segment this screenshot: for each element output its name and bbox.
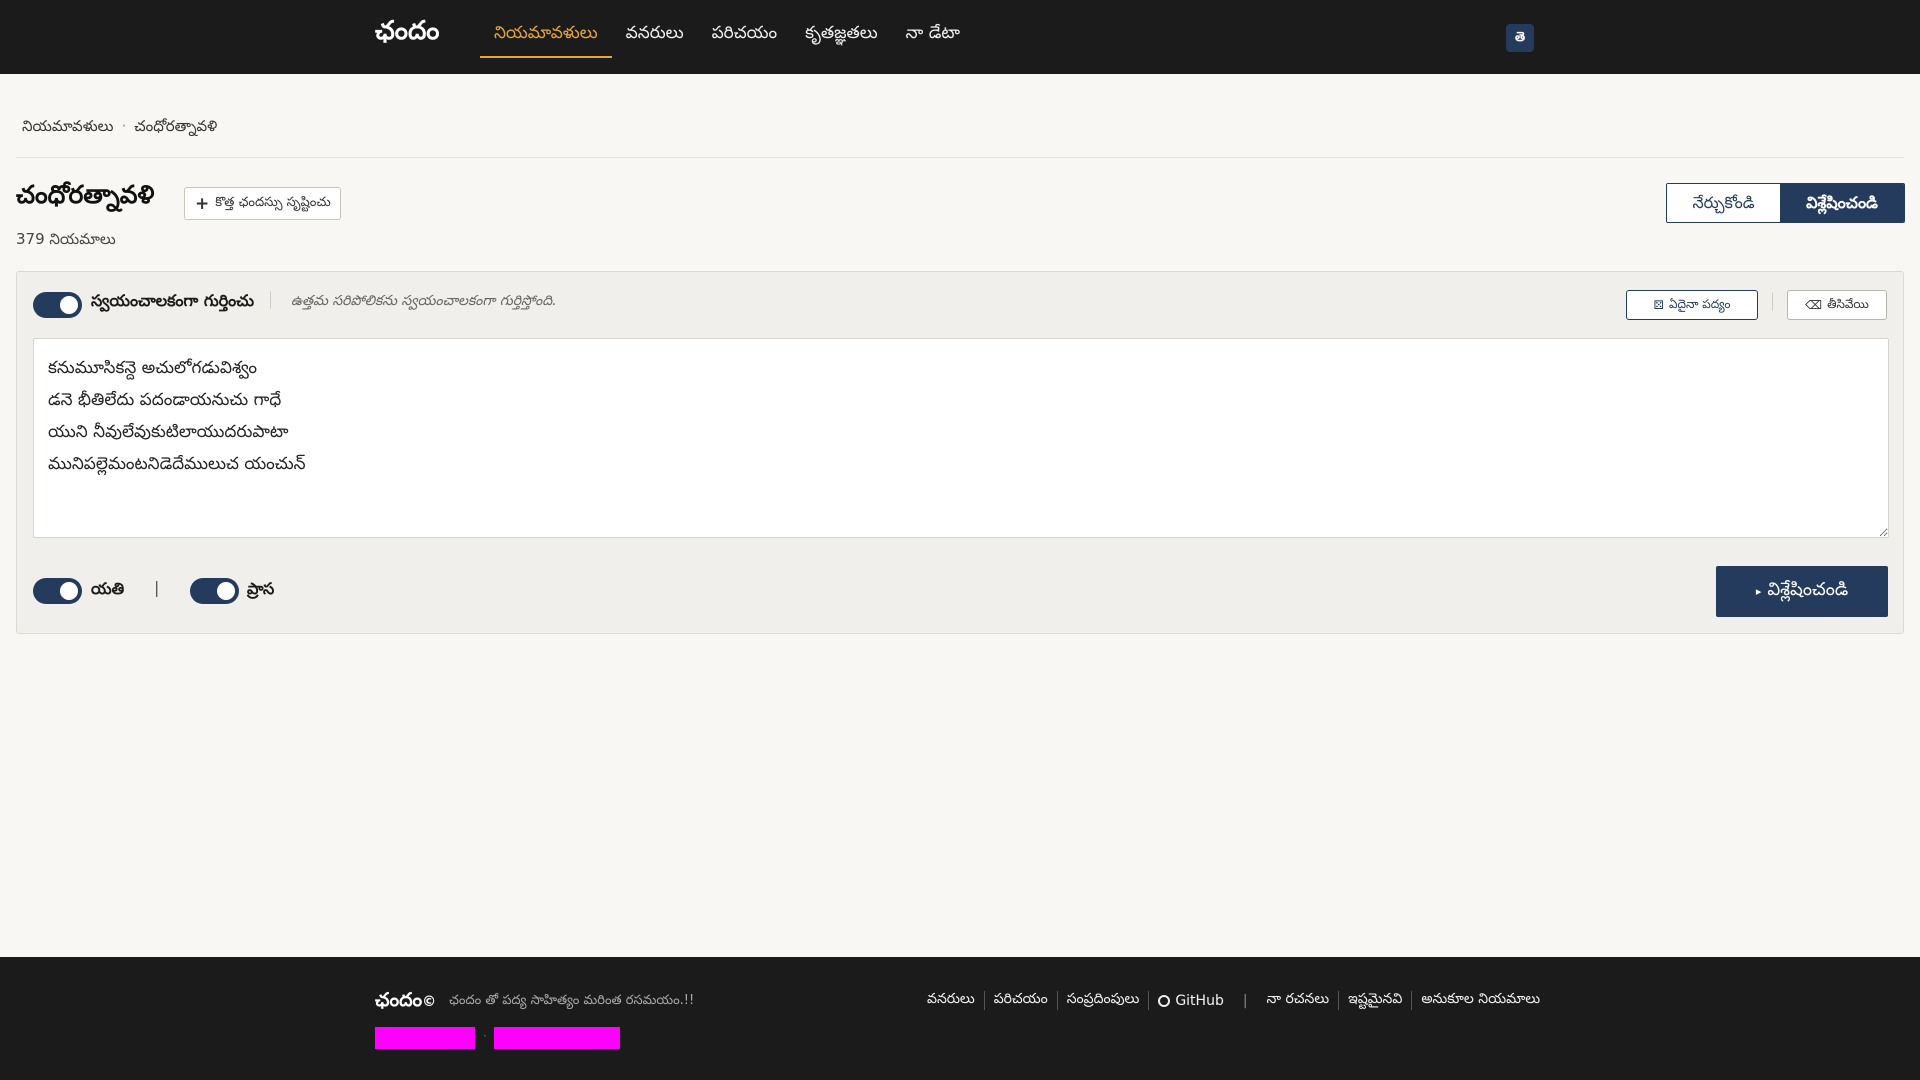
clear-button[interactable]: ⌫ తీసివేయి xyxy=(1787,290,1887,320)
main-nav: నియమావళులు వనరులు పరిచయం కృతజ్ఞతలు నా డే… xyxy=(480,0,974,74)
divider xyxy=(270,291,271,309)
nav-about[interactable]: పరిచయం xyxy=(698,0,792,58)
create-new-meter-label: కొత్త ఛందస్సు సృష్టించు xyxy=(215,194,331,210)
divider xyxy=(16,157,1904,158)
plus-icon: + xyxy=(195,193,210,214)
footer-link-resources[interactable]: వనరులు xyxy=(918,991,985,1010)
nav-rulesets[interactable]: నియమావళులు xyxy=(480,0,612,58)
footer-link-my-works[interactable]: నా రచనలు xyxy=(1258,991,1340,1010)
yati-label: యతి xyxy=(91,579,125,598)
github-label: GitHub xyxy=(1175,992,1224,1009)
nav-resources[interactable]: వనరులు xyxy=(612,0,698,58)
mode-toggle: నేర్చుకోండి విశ్లేషించండి xyxy=(1666,183,1905,223)
footer-brand: ఛందం© xyxy=(375,989,436,1016)
nav-credits[interactable]: కృతజ్ఞతలు xyxy=(791,0,892,58)
footer-brand-name: ఛందం xyxy=(375,989,423,1011)
eraser-icon: ⌫ xyxy=(1805,298,1823,312)
copyright-icon: © xyxy=(422,994,437,1010)
footer-link-github[interactable]: GitHub xyxy=(1149,993,1233,1009)
page-title: చంధోరత్నావళి xyxy=(16,180,155,209)
nav-my-data[interactable]: నా డేటా xyxy=(892,0,974,58)
language-switch-button[interactable]: తె xyxy=(1506,24,1534,52)
redacted-block xyxy=(494,1027,620,1049)
breadcrumb: నియమావళులు · చంధోరత్నావళి xyxy=(22,117,217,139)
brand-logo[interactable]: ఛందం xyxy=(375,16,439,52)
random-poem-label: ఏదైనా పద్యం xyxy=(1668,296,1731,311)
clear-label: తీసివేయి xyxy=(1827,296,1869,311)
github-icon xyxy=(1158,994,1171,1007)
rule-count: 379 నియమాలు xyxy=(16,230,116,248)
poem-input[interactable]: కనుమూసికన్దె అచులోగడువిశ్వం డనె భీతిలేదు… xyxy=(33,338,1889,538)
footer: ఛందం© ఛందం తో పద్య సాహిత్యం మరింత రసమయం.… xyxy=(0,957,1920,1080)
redacted-block xyxy=(375,1027,475,1049)
top-navbar: ఛందం నియమావళులు వనరులు పరిచయం కృతజ్ఞతలు … xyxy=(0,0,1920,74)
yati-toggle[interactable] xyxy=(33,578,82,604)
footer-link-custom-rules[interactable]: అనుకూల నియమాలు xyxy=(1412,991,1549,1010)
redacted-separator: · xyxy=(483,1029,487,1043)
footer-links: వనరులు పరిచయం సంప్రదింపులు GitHub | నా ర… xyxy=(918,991,1549,1010)
footer-tagline: ఛందం తో పద్య సాహిత్యం మరింత రసమయం.!! xyxy=(449,993,695,1008)
breadcrumb-root[interactable]: నియమావళులు xyxy=(22,117,113,139)
mode-analyze-button[interactable]: విశ్లేషించండి xyxy=(1780,184,1904,222)
footer-separator: | xyxy=(1242,992,1248,1009)
mode-learn-button[interactable]: నేర్చుకోండి xyxy=(1667,184,1780,222)
divider xyxy=(1772,293,1773,311)
analysis-panel: స్వయంచాలకంగా గుర్తించు ఉత్తమ సరిపోలికను … xyxy=(16,271,1904,634)
auto-detect-toggle[interactable] xyxy=(33,292,82,318)
prasa-toggle[interactable] xyxy=(190,578,239,604)
play-icon: ▸ xyxy=(1755,585,1762,598)
prasa-label: ప్రాస xyxy=(247,579,275,598)
breadcrumb-current: చంధోరత్నావళి xyxy=(134,117,218,135)
random-poem-button[interactable]: ⚄ ఏదైనా పద్యం xyxy=(1626,290,1758,320)
pipe-separator: | xyxy=(154,578,160,597)
create-new-meter-button[interactable]: + కొత్త ఛందస్సు సృష్టించు xyxy=(184,187,341,220)
footer-link-contact[interactable]: సంప్రదింపులు xyxy=(1058,991,1150,1010)
footer-link-favorites[interactable]: ఇష్టమైనవి xyxy=(1339,991,1413,1010)
auto-detect-label: స్వయంచాలకంగా గుర్తించు xyxy=(91,291,254,310)
auto-detect-hint: ఉత్తమ సరిపోలికను స్వయంచాలకంగా గుర్తిస్తో… xyxy=(291,293,557,309)
analyze-label: విశ్లేషించండి xyxy=(1767,579,1849,600)
breadcrumb-separator: · xyxy=(121,117,127,135)
analyze-button[interactable]: ▸ విశ్లేషించండి xyxy=(1716,566,1888,617)
footer-link-about[interactable]: పరిచయం xyxy=(985,991,1058,1010)
dice-icon: ⚄ xyxy=(1653,298,1664,312)
